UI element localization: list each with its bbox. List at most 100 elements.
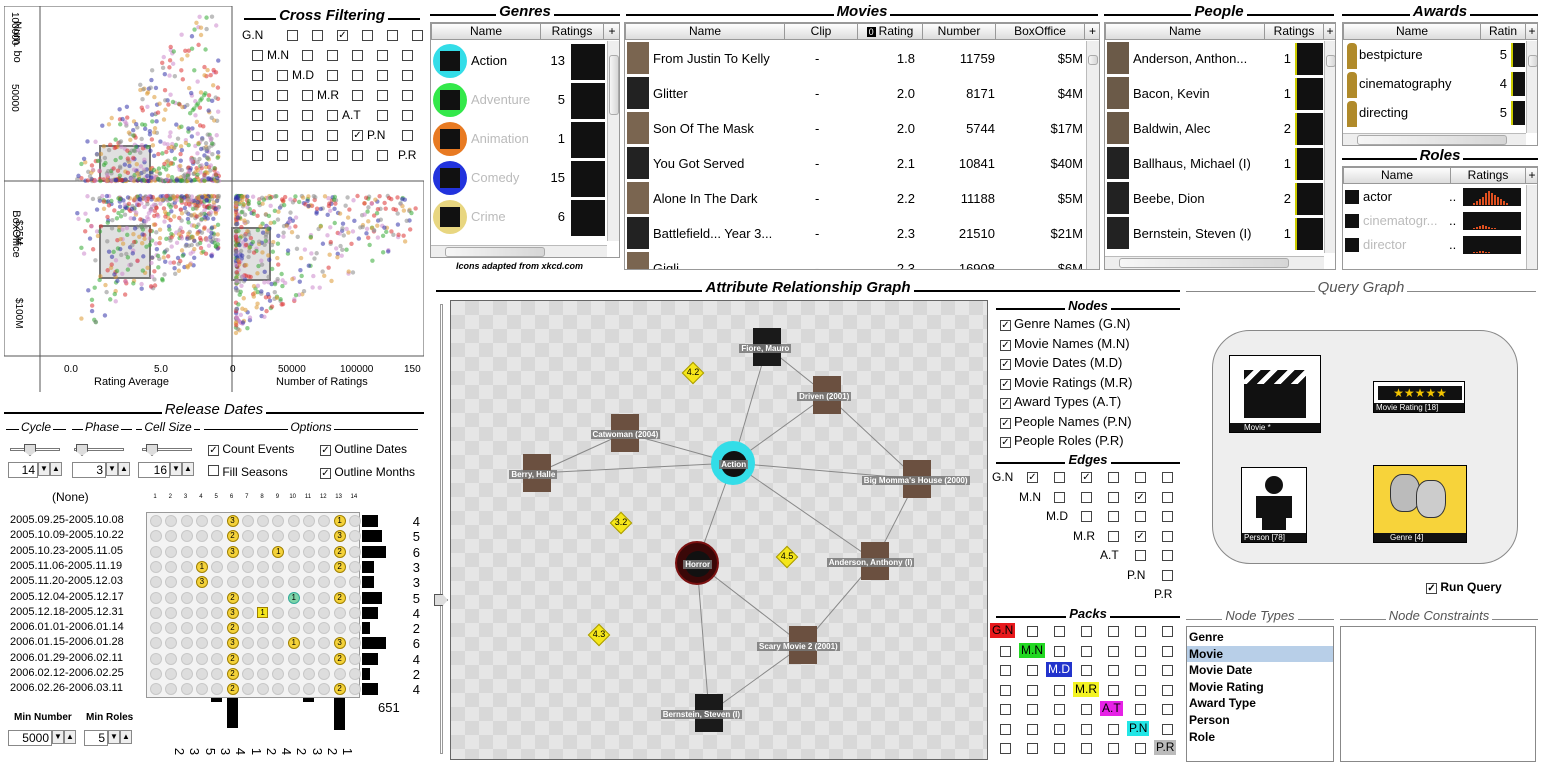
pack-checkbox[interactable] [1162,723,1173,735]
role-name[interactable]: actor [1363,189,1447,204]
pack-checkbox[interactable] [1135,645,1146,657]
cross-filter-checkbox[interactable] [302,90,313,101]
release-cell[interactable] [180,530,193,543]
cross-filter-checkbox[interactable] [252,70,263,81]
release-cell[interactable] [165,591,178,604]
release-cell-count[interactable]: 1 [272,545,285,558]
outline-dates-option[interactable]: ✓ Outline Dates [320,442,407,456]
release-cell[interactable] [287,515,300,527]
release-cell-count[interactable]: 2 [226,683,239,696]
movies-add-button[interactable]: + [1084,23,1099,40]
release-cell[interactable] [241,668,254,680]
query-node-person[interactable]: Person [78] [1241,467,1307,543]
release-cell[interactable] [195,606,208,619]
release-row-label[interactable]: 2006.01.29-2006.02.11 [10,652,123,664]
pack-checkbox[interactable] [1000,743,1011,754]
release-cell[interactable] [150,622,162,635]
release-cell-count[interactable]: 2 [226,652,239,665]
edge-checkbox[interactable] [1162,530,1173,542]
release-cell[interactable] [287,530,300,543]
edge-checkbox[interactable] [1162,491,1173,503]
cross-filter-checkbox[interactable] [327,110,338,121]
release-cell-count[interactable]: 1 [287,591,300,604]
cycle-up-button[interactable]: ▲ [50,462,62,476]
release-cell[interactable] [318,591,331,604]
release-cell[interactable] [333,668,346,680]
release-cell[interactable] [180,668,193,680]
release-cell[interactable] [348,652,361,665]
genres-col-name[interactable]: Name [431,23,541,40]
pack-label[interactable]: M.R [1073,681,1099,697]
edge-checkbox[interactable] [1108,530,1119,542]
roles-col-name[interactable]: Name [1343,167,1451,184]
cross-filter-matrix[interactable]: G.N ✓ M.N M.D M.R A.T ✓ P.N P.R [242,28,424,168]
release-cell[interactable] [180,652,193,665]
release-cell[interactable] [180,515,193,527]
node-type-item[interactable]: Genre [1187,629,1333,645]
release-cell-count[interactable]: 1 [287,637,300,650]
query-graph-canvas[interactable]: Movie * ★★★★★ Movie Rating [18] Person [… [1212,330,1518,564]
release-cell[interactable] [150,668,162,680]
release-cell[interactable] [195,652,208,665]
genres-add-button[interactable]: + [603,23,619,40]
pack-label[interactable]: P.R [1154,740,1177,755]
genres-hscrollbar[interactable] [431,245,607,257]
min-number-up-button[interactable]: ▲ [64,730,76,744]
pack-label[interactable]: M.N [1019,642,1045,658]
pack-checkbox[interactable] [1135,704,1146,715]
release-cell[interactable] [333,622,346,635]
award-name[interactable]: cinematography [1359,76,1479,91]
people-vscrollbar[interactable] [1324,41,1335,253]
release-cell[interactable] [180,622,193,635]
pack-checkbox[interactable] [1135,626,1146,637]
release-cell[interactable] [241,622,254,635]
cross-filter-checkbox[interactable] [352,90,363,101]
release-row-label[interactable]: 2005.10.23-2005.11.05 [10,545,123,557]
cross-filter-checkbox[interactable] [377,70,388,81]
release-cell-count[interactable]: 2 [333,560,346,573]
release-cell-count[interactable]: 3 [226,606,239,619]
release-cell[interactable] [226,560,239,573]
release-cell[interactable] [211,560,224,573]
release-cell-count[interactable]: 3 [226,637,239,650]
release-cell-count[interactable]: 3 [226,515,239,527]
edge-checkbox[interactable] [1162,550,1173,561]
node-type-item[interactable]: Movie Rating [1187,679,1333,695]
cross-filter-checkbox[interactable] [287,30,298,41]
edge-checkbox[interactable] [1054,472,1065,483]
pack-checkbox[interactable] [1027,626,1038,637]
release-cell[interactable] [150,652,162,665]
pack-checkbox[interactable] [1027,743,1038,754]
release-cell[interactable] [211,591,224,604]
release-row-label[interactable]: 2005.11.20-2005.12.03 [10,575,123,587]
release-cell[interactable] [150,560,162,573]
release-cell-count[interactable]: 2 [333,652,346,665]
pack-checkbox[interactable] [1054,684,1065,696]
count-events-checkbox[interactable]: ✓ [208,445,219,456]
release-cell-count[interactable]: 2 [333,545,346,558]
release-cell[interactable] [348,560,361,573]
awards-vscrollbar[interactable] [1526,41,1537,133]
run-query-checkbox[interactable]: ✓ [1426,583,1437,594]
release-cell[interactable] [348,591,361,604]
release-cell[interactable] [241,545,254,558]
cross-filter-checkbox[interactable] [252,90,263,101]
node-type-toggle[interactable]: ✓ People Roles (P.R) [1000,433,1124,448]
min-roles-up-button[interactable]: ▲ [120,730,132,744]
release-cell[interactable] [333,576,346,589]
award-name[interactable]: directing [1359,105,1479,120]
pack-label[interactable]: P.N [1127,720,1150,736]
cell-size-down-button[interactable]: ▼ [170,462,182,476]
release-cell[interactable] [257,668,270,680]
release-cell[interactable] [180,683,193,696]
movie-name[interactable]: Battlefield... Year 3... [653,226,793,241]
person-name[interactable]: Bernstein, Steven (I) [1133,226,1267,241]
release-cell-count[interactable]: 3 [333,637,346,650]
release-cell[interactable] [195,545,208,558]
pack-checkbox[interactable] [1081,645,1092,657]
people-hscrollbar[interactable] [1105,256,1324,269]
cross-filter-checkbox[interactable] [277,90,288,101]
person-name[interactable]: Baldwin, Alec [1133,121,1267,136]
cross-filter-checkbox[interactable] [412,30,423,41]
release-cell[interactable] [287,683,300,696]
